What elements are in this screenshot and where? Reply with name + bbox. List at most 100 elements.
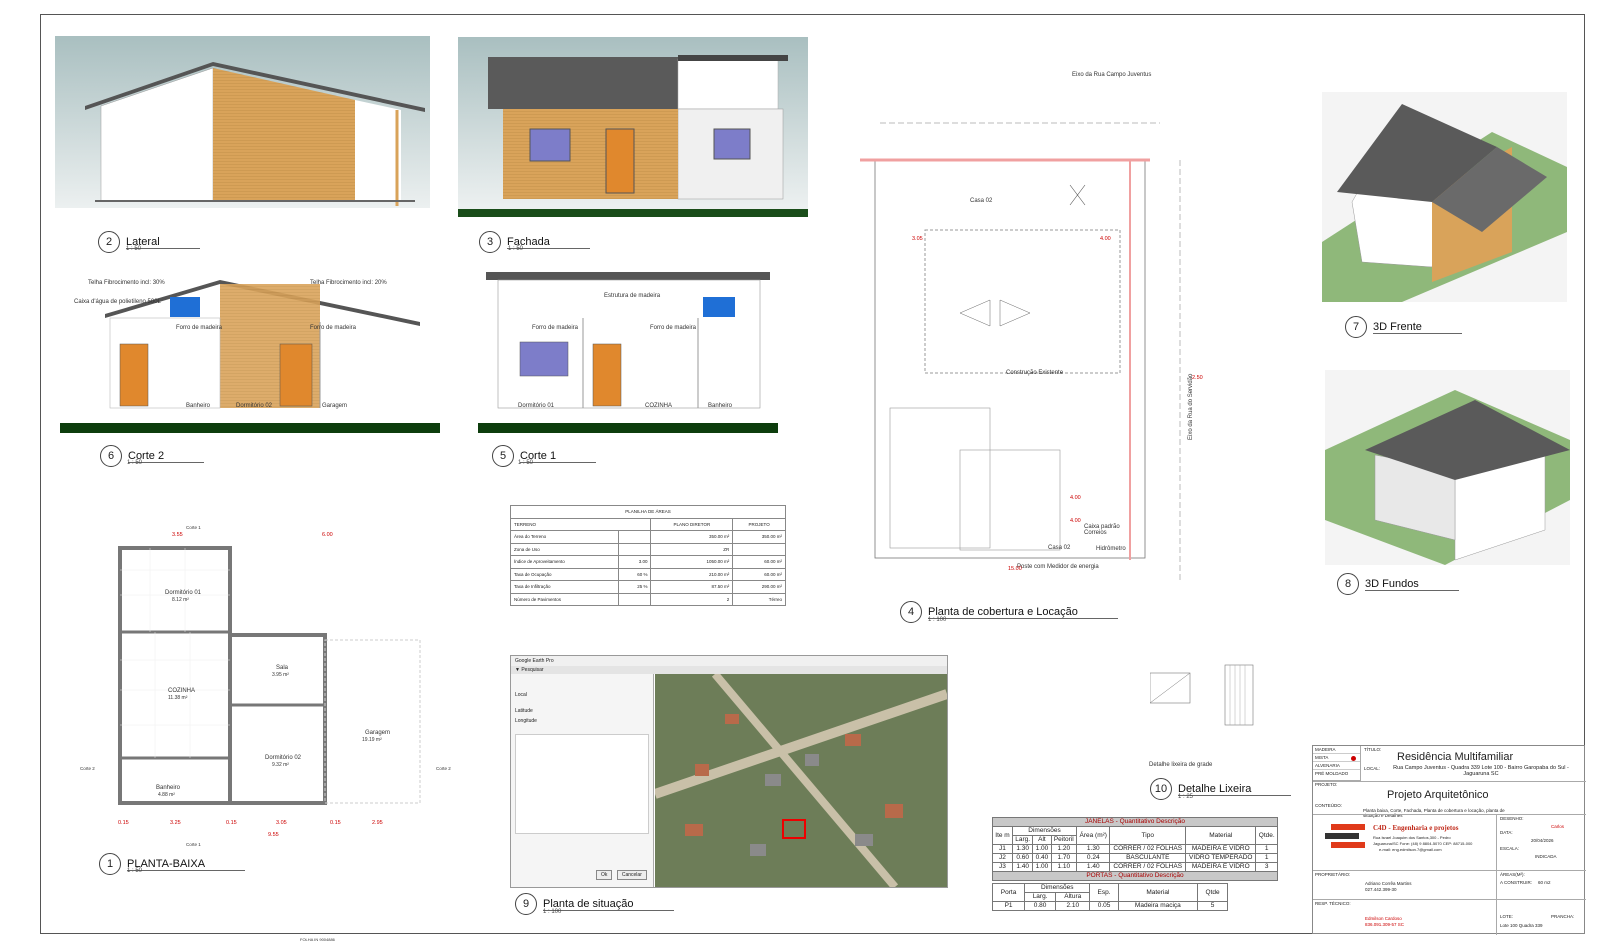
ok-button[interactable]: Ok: [596, 870, 613, 880]
windows-cell: MADEIRA E VIDRO: [1185, 862, 1257, 872]
room-label: Garagem: [365, 730, 391, 736]
windows-cell: VIDRO TEMPERADO: [1185, 853, 1257, 863]
windows-header: Dimensões: [1011, 826, 1078, 836]
building-label: Construção Existente: [1006, 370, 1064, 376]
windows-cell: 1.40: [1076, 862, 1111, 872]
areas-row: Taxa de Ocupação 60 % 210.00 m² 60.00 m²: [509, 567, 786, 581]
company-address: Rua Israel Joaquim dos Santos,300 - Pedr…: [1373, 835, 1451, 840]
windows-cell: 1.30: [1011, 844, 1034, 854]
view-name: Planta de situação: [543, 898, 674, 911]
view-title-lixeira: 10 Detalhe Lixeira: [1150, 778, 1292, 800]
search-toolbar[interactable]: ▼ Pesquisar: [511, 666, 947, 674]
windows-cell: 1.70: [1050, 853, 1078, 863]
section-label: Forro de madeira: [176, 325, 223, 331]
view-number: 4: [900, 601, 922, 623]
doors-body: P1 0.80 2.10 0.05 Madeira maciça 5: [991, 901, 1228, 911]
section-2: [60, 280, 440, 433]
view-number: 9: [515, 893, 537, 915]
lateral-elevation: [55, 36, 430, 229]
site-label: Poste com Medidor de energia: [1017, 564, 1099, 570]
areas-cell: 60 %: [618, 567, 652, 581]
view-scale: 1 : 25: [1178, 794, 1194, 800]
windows-header: Material: [1185, 826, 1257, 845]
field-label: RESP. TÉCNICO:: [1315, 901, 1351, 906]
windows-body: J1 1.30 1.00 1.20 1.30 CORRER / 02 FOLHAS MADE…: [992, 844, 1278, 872]
windows-subheader: Larg.: [1011, 835, 1034, 845]
built-area: 60 m2: [1538, 880, 1551, 885]
doors-table: Porta Dimensões Esp. Material Qtde Larg.…: [991, 883, 1228, 911]
room-area: 11.38 m²: [168, 695, 188, 701]
windows-cell: 1.00: [1032, 844, 1052, 854]
field-label: LOCAL:: [1364, 766, 1381, 771]
windows-cell: 0.60: [1011, 853, 1034, 863]
google-earth-window: Google Earth Pro ▼ Pesquisar Local Latit…: [510, 655, 948, 888]
areas-cell: Térreo: [732, 592, 786, 606]
field-label: ÁREAS(M²):: [1500, 872, 1525, 877]
site-label: Hidrômetro: [1096, 546, 1126, 552]
drawn-by: Carlos: [1551, 824, 1565, 829]
room-area: 3.95 m²: [272, 672, 289, 678]
field-label: DESENHO:: [1500, 816, 1524, 821]
results-list[interactable]: [515, 734, 649, 834]
view-name: 3D Fundos: [1365, 578, 1459, 591]
dimension: 0.15: [330, 820, 341, 826]
doors-header: Porta: [991, 883, 1026, 902]
doors-row: P1 0.80 2.10 0.05 Madeira maciça 5: [991, 901, 1228, 911]
project-location: Rua Campo Juventus - Quadra 339 Lote 100…: [1393, 765, 1569, 777]
areas-header: PROJETO: [732, 517, 786, 531]
view-title-3dfrente: 7 3D Frente: [1345, 316, 1462, 338]
project-title: Residência Multifamiliar: [1397, 751, 1514, 763]
areas-header: TERRENO: [509, 517, 652, 531]
windows-row: J1 1.30 1.00 1.20 1.30 CORRER / 02 FOLHAS MADE…: [992, 844, 1278, 854]
dimension: 0.15: [226, 820, 237, 826]
field-label: ESCALA:: [1500, 846, 1520, 851]
field-label: PRANCHA:: [1551, 914, 1575, 919]
cut-marker: Corte 2: [80, 766, 95, 771]
view-scale: 1 : 50: [127, 868, 143, 874]
view-scale: 1 : 100: [543, 909, 562, 915]
building-label: Casa 02: [1048, 545, 1071, 551]
material-option: MISTA: [1315, 755, 1329, 760]
windows-cell: 3: [1255, 862, 1278, 872]
windows-row: J2 0.60 0.40 1.70 0.24 BASCULANTE VIDRO TEMPER…: [992, 853, 1278, 863]
view-name: Detalhe Lixeira: [1178, 783, 1292, 796]
dimension: 9.55: [268, 832, 279, 838]
render-3d-front: [1322, 92, 1567, 302]
axis-label: Eixo da Rua Campo Juventus: [1072, 72, 1152, 78]
doors-cell: 5: [1197, 901, 1228, 911]
selected-dot-icon: [1351, 756, 1356, 761]
areas-cell: [732, 542, 786, 556]
building-label: Casa 02: [970, 198, 993, 204]
room-area: 9.32 m²: [272, 762, 289, 768]
windows-cell: CORRER / 02 FOLHAS: [1109, 844, 1187, 854]
windows-cell: CORRER / 02 FOLHAS: [1109, 862, 1187, 872]
areas-cell: [618, 542, 652, 556]
project-type: Projeto Arquitetônico: [1387, 789, 1489, 801]
cut-marker: Corte 2: [436, 766, 451, 771]
windows-cell: J1: [992, 844, 1013, 854]
view-scale: 1 : 50: [518, 460, 534, 466]
section-label: Garagem: [322, 403, 348, 409]
drawing-scale: INDICADA: [1535, 854, 1557, 859]
windows-cell: 1: [1255, 844, 1278, 854]
window-titlebar: Google Earth Pro: [511, 656, 947, 666]
cut-marker: Corte 1: [186, 525, 201, 530]
areas-cell: 350.00 m²: [650, 530, 734, 544]
cancel-button[interactable]: Cancelar: [616, 870, 647, 880]
engineer-name: Edmilson Cardoso: [1365, 916, 1402, 921]
dimension: 6.00: [322, 532, 333, 538]
company-address: Jaguaruna/SC Fone: (48) 9 8804-5070 CEP:…: [1373, 841, 1473, 846]
view-title-planta: 1 PLANTA-BAIXA: [99, 853, 246, 875]
field-label: CONTEÚDO:: [1315, 803, 1342, 808]
roof-site-plan: [860, 122, 1181, 580]
satellite-map[interactable]: [655, 674, 947, 887]
windows-subheader: Peitoril: [1050, 835, 1078, 845]
areas-cell: [618, 592, 652, 606]
areas-body: Área do Terreno 350.00 m² 350.00 m² Zona de…: [509, 530, 786, 606]
doors-header: Material: [1117, 883, 1199, 902]
material-option-selected: MISTA: [1313, 754, 1360, 762]
sheet-footer: FOLHA IN 9004886: [300, 937, 335, 942]
windows-row: J3 1.40 1.00 1.10 1.40 CORRER / 02 FOLHAS MADE…: [992, 862, 1278, 872]
trash-bin-detail: [1150, 664, 1254, 726]
view-number: 5: [492, 445, 514, 467]
